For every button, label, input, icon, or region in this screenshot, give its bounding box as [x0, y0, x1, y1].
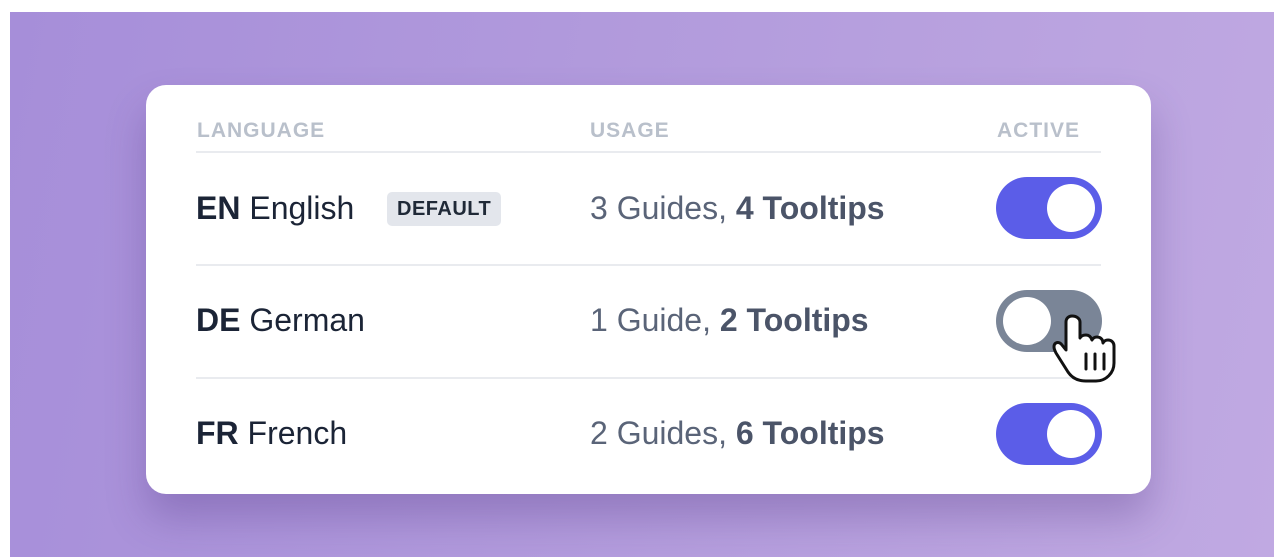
toggle-knob	[1003, 297, 1051, 345]
usage-fr: 2 Guides, 6 Tooltips	[590, 415, 885, 452]
language-code: EN	[196, 190, 241, 226]
language-code: DE	[196, 302, 241, 338]
default-badge: DEFAULT	[387, 192, 502, 226]
hand-pointer-icon	[1052, 314, 1116, 383]
column-header-language: LANGUAGE	[197, 119, 326, 142]
toggle-knob	[1047, 184, 1095, 232]
header-divider	[196, 151, 1101, 153]
language-row-fr: FR French	[196, 415, 347, 452]
language-code: FR	[196, 415, 239, 451]
guides-count: 1 Guide,	[590, 302, 711, 338]
tooltips-count: 4 Tooltips	[735, 190, 885, 226]
language-row-de: DE German	[196, 302, 365, 339]
row-divider	[196, 377, 1101, 379]
row-divider	[196, 264, 1101, 266]
active-toggle-fr[interactable]	[996, 403, 1102, 465]
language-name: French	[247, 415, 348, 451]
language-name: English	[249, 190, 355, 226]
tooltips-count: 6 Tooltips	[735, 415, 885, 451]
toggle-knob	[1047, 410, 1095, 458]
active-toggle-en[interactable]	[996, 177, 1102, 239]
guides-count: 3 Guides,	[590, 190, 727, 226]
language-name: German	[249, 302, 365, 338]
column-header-usage: USAGE	[590, 119, 670, 142]
tooltips-count: 2 Tooltips	[719, 302, 869, 338]
guides-count: 2 Guides,	[590, 415, 727, 451]
column-header-active: ACTIVE	[997, 119, 1081, 142]
language-row-en: EN English	[196, 190, 354, 227]
usage-en: 3 Guides, 4 Tooltips	[590, 190, 885, 227]
usage-de: 1 Guide, 2 Tooltips	[590, 302, 869, 339]
